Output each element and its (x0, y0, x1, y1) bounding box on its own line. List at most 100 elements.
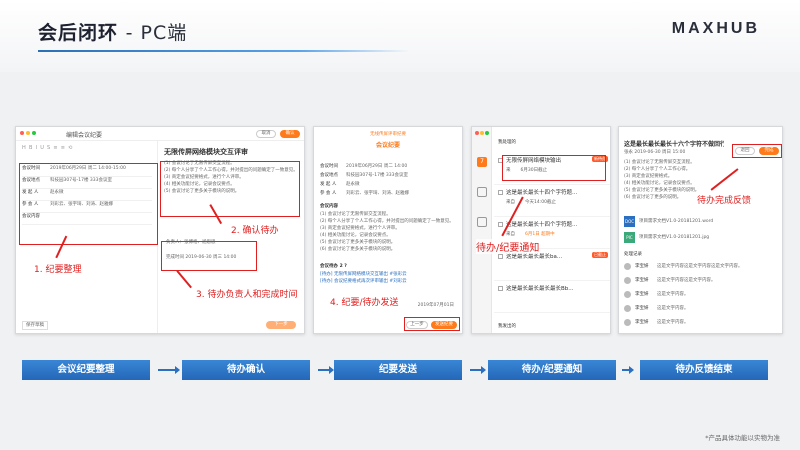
preview-info: 会议时间 2019年06月29日 周二 14:00 会议地点 科技园307号-17楼 … (320, 163, 460, 199)
todo-detail-meta: 张永 2019-06-30 周日 15:00 (624, 150, 686, 155)
file-name[interactable]: 项目需求文档V1.0-20181201.jpg (639, 234, 769, 241)
content-line: (3) 商定会议纪要格式。 (624, 174, 673, 179)
flow-step-1: 会议纪要整理 (22, 360, 150, 380)
content-line: (4) 相关功能讨论，记录会议要点。 (320, 233, 391, 238)
attachment-list: DOC 项目需求文档V1.0-20181201.word PIC 项目需求文档V1.0… (624, 213, 774, 245)
list-item[interactable]: 这是最长最长最长最长Bb... (494, 281, 610, 313)
title-underline (38, 50, 410, 52)
avatar (624, 262, 631, 270)
todo-nav-icon[interactable]: 7 (477, 157, 487, 167)
highlight-todo-owner (161, 241, 257, 271)
log-name: 李宝妍 (635, 263, 649, 269)
flow-step-2: 待办确认 (182, 360, 310, 380)
annotation-2: 2. 确认待办 (231, 226, 279, 236)
file-icon: DOC (624, 215, 635, 227)
flow-arrow-3 (470, 366, 486, 374)
info-row: 参 会 人 刘彩云、张宇琦、刘涛、赵雅娜 (320, 190, 460, 199)
confirm-button[interactable]: 确认 (280, 130, 300, 138)
title-sub: - PC端 (125, 22, 188, 44)
screen-edit-minutes: 编辑会议纪要 H B I U S ≡ ≡ ⟲ 会议时间 2019年06月29日 周… (15, 126, 305, 334)
log-name: 李宝妍 (635, 319, 649, 325)
highlight-minutes-form (19, 163, 158, 245)
preview-todo-1: [待办] 无限传屏网络模块交互输出 #张彩云 (320, 272, 407, 277)
preview-todo-2: [待办] 会议纪要格式再次评审输出 #刘彩云 (320, 279, 407, 284)
preview-lines: (1) 会议讨论了无限传屏交互流程。 (2) 每个人分享了个人工作心得，并对提出的… (320, 211, 460, 253)
item-from: 来自 (506, 200, 515, 205)
log-item: 李宝妍 这是文字内容。 (624, 315, 774, 329)
file-icon: PIC (624, 231, 635, 243)
log-name: 李宝妍 (635, 291, 649, 297)
attachment-item[interactable]: DOC 项目需求文档V1.0-20181201.word (624, 213, 774, 229)
footnote: *产品具体功能以实物为准 (705, 434, 780, 442)
checkbox[interactable] (498, 222, 503, 227)
log-item: 李宝妍 这是文字内容这是文字内容。 (624, 273, 774, 287)
info-row: 会议时间 2019年06月29日 周二 14:00 (320, 163, 460, 172)
log-text: 这是文字内容这是文字内容这是文字内容。 (657, 263, 743, 269)
screen-minutes-preview: 无线传屏评审纪要 会议纪要 会议时间 2019年06月29日 周二 14:00 会议… (313, 126, 463, 334)
content-line: (1) 会议讨论了无限传屏交互流程。 (320, 212, 391, 217)
item-deadline: 6月1日 超期中 (525, 232, 555, 237)
screen-todo-detail: 这是最长最长最长十六个字符不做回行 张永 2019-06-30 周日 15:00… (618, 126, 783, 334)
item-from: 来自 (506, 232, 515, 237)
log-name: 李宝妍 (635, 277, 649, 283)
flow-arrow-4 (622, 366, 634, 374)
item-meta: 来自 6月1日 超期中 (506, 231, 608, 238)
item-deadline: 今天14:00截止 (525, 200, 556, 205)
status-badge: 已截止 (592, 252, 608, 258)
annotation-4: 4. 纪要/待办发送 (330, 298, 399, 308)
close-dot[interactable] (475, 131, 479, 135)
preview-title: 会议纪要 (375, 142, 400, 149)
maximize-dot[interactable] (485, 131, 489, 135)
flow-arrow-2 (318, 366, 334, 374)
highlight-send (404, 317, 460, 331)
calendar-nav-icon[interactable] (477, 187, 487, 197)
preview-todo-title: 会议待办 2 ? (320, 264, 347, 269)
minimize-dot[interactable] (480, 131, 484, 135)
file-name[interactable]: 项目需求文档V1.0-20181201.word (639, 218, 769, 225)
info-label: 发 起 人 (320, 182, 337, 187)
checkbox[interactable] (498, 190, 503, 195)
next-step-button[interactable]: 下一步 (266, 321, 296, 329)
preview-subtitle: 无线传屏评审纪要 (370, 132, 406, 137)
log-name: 李宝妍 (635, 305, 649, 311)
flow-step-4: 待办/纪要通知 (488, 360, 616, 380)
title-main: 会后闭环 (38, 22, 119, 44)
minimize-dot[interactable] (26, 131, 30, 135)
content-line: (2) 每个人分享了个人工作心得，并对提出的问题确定了一致意见。 (320, 219, 454, 224)
item-title: 这是最长最长十四个字符题... (506, 190, 578, 196)
log-title: 处理记录 (624, 252, 642, 257)
info-label: 会议时间 (320, 164, 338, 169)
annotation-5: 待办/纪要通知 (476, 239, 540, 254)
avatar (624, 318, 631, 326)
close-dot[interactable] (20, 131, 24, 135)
info-value: 科技园307号-17楼 333会议室 (346, 173, 408, 178)
checkbox[interactable] (498, 286, 503, 291)
preview-section: 会议内容 (320, 204, 338, 209)
avatar (624, 276, 631, 284)
avatar (624, 290, 631, 298)
item-title: 这是最长最长十四个字符题... (506, 222, 578, 228)
notes-nav-icon[interactable] (477, 217, 487, 227)
info-row: 发 起 人 赵永微 (320, 181, 460, 190)
window-controls[interactable] (20, 131, 36, 135)
attachment-item[interactable]: PIC 项目需求文档V1.0-20181201.jpg (624, 229, 774, 245)
content-line: (5) 会议讨论了更多关于模块的说明。 (320, 240, 396, 245)
info-value: 赵永微 (346, 182, 360, 187)
checkbox[interactable] (498, 254, 503, 259)
info-value: 2019年06月29日 周二 14:00 (346, 164, 408, 169)
content-line: (2) 每个人分享了个人工作心得。 (624, 167, 691, 172)
content-line: (1) 会议讨论了无限传屏交互流程。 (624, 160, 695, 165)
maximize-dot[interactable] (32, 131, 36, 135)
save-draft-button[interactable]: 保存草稿 (22, 321, 48, 330)
editor-toolbar[interactable]: H B I U S ≡ ≡ ⟲ (22, 145, 72, 151)
log-item: 李宝妍 这是文字内容。 (624, 301, 774, 315)
list-item[interactable]: 这是最长最长十四个字符题... 来自 今天14:00截止 (494, 185, 610, 217)
app-sidebar: 7 (472, 127, 492, 333)
cancel-button[interactable]: 取消 (256, 130, 276, 138)
preview-header: 无线传屏评审纪要 会议纪要 (314, 127, 462, 157)
log-text: 这是文字内容。 (657, 305, 689, 311)
highlight-complete (732, 144, 782, 158)
log-text: 这是文字内容这是文字内容。 (657, 277, 716, 283)
list-footer[interactable]: 我发出的 (498, 323, 516, 330)
flow-step-5: 待办反馈结束 (640, 360, 768, 380)
